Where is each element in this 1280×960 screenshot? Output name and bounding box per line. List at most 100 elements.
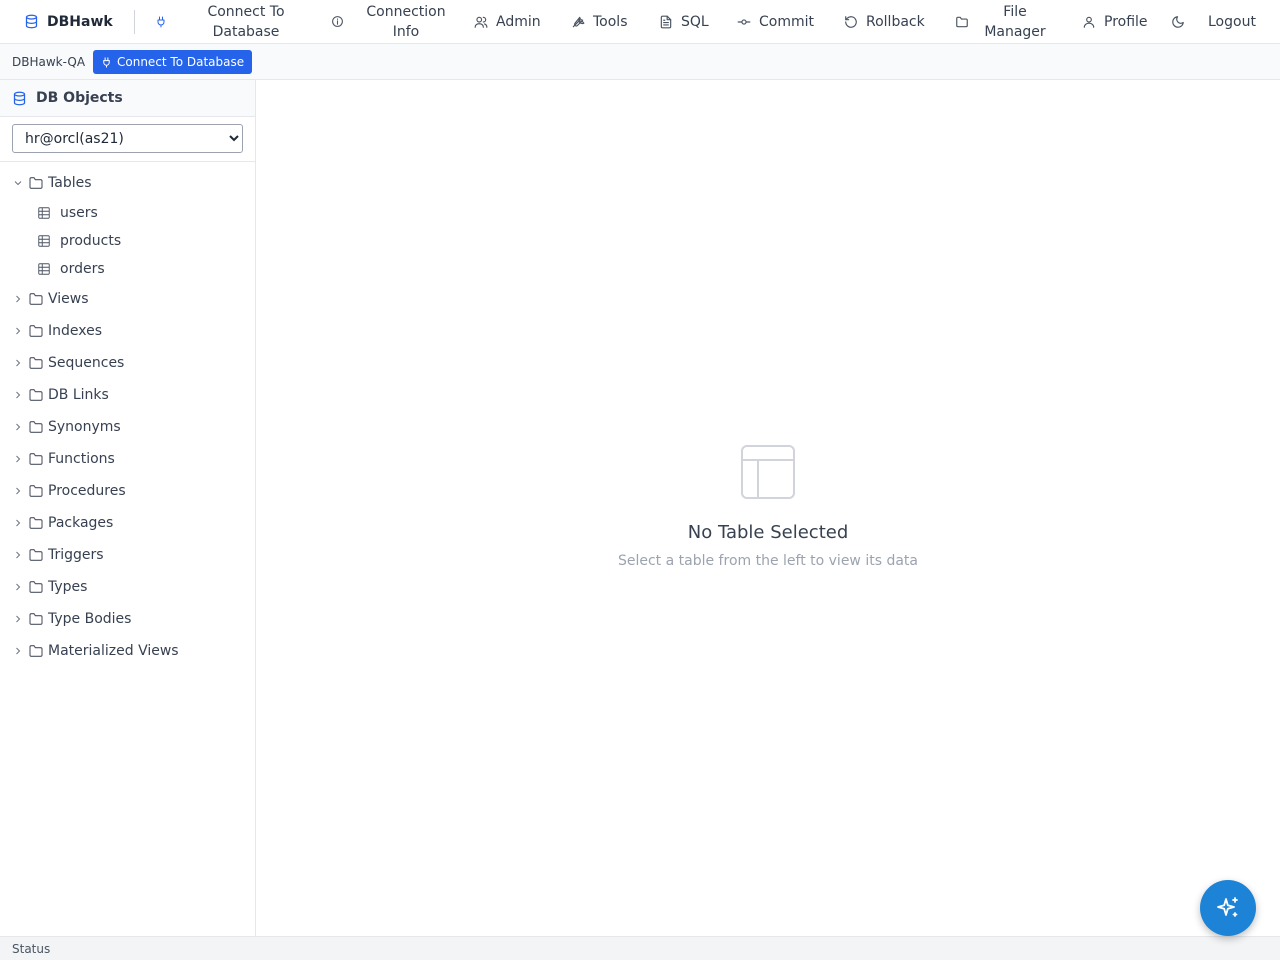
folder-icon	[29, 453, 43, 465]
chevron-right-icon[interactable]	[12, 389, 24, 401]
nav-admin[interactable]: Admin	[474, 0, 541, 43]
table-item-products[interactable]: products	[0, 227, 255, 255]
nav-profile[interactable]: Profile	[1082, 0, 1148, 43]
brand-logo[interactable]: DBHawk	[24, 0, 113, 43]
nav-divider	[134, 10, 135, 34]
sidebar-title: DB Objects	[36, 90, 123, 106]
chevron-right-icon[interactable]	[12, 581, 24, 593]
sparkles-icon	[1217, 897, 1238, 917]
tree-node-label: Synonyms	[48, 419, 121, 435]
chevron-down-icon[interactable]	[12, 177, 24, 189]
plug-icon	[103, 56, 110, 68]
table-icon	[38, 207, 50, 219]
tree-node-label: Type Bodies	[48, 611, 132, 627]
folder-icon	[955, 15, 969, 29]
ai-assistant-button[interactable]	[1200, 880, 1256, 936]
nav-commit-label: Commit	[759, 13, 814, 30]
tree-node-types[interactable]: Types	[0, 571, 255, 603]
folder-icon	[29, 517, 43, 529]
chevron-right-icon[interactable]	[12, 517, 24, 529]
brand-name: DBHawk	[47, 13, 113, 30]
empty-state-title: No Table Selected	[687, 522, 849, 543]
folder-icon	[29, 421, 43, 433]
nav-connect-to-database[interactable]: Connect To Database	[155, 0, 317, 43]
status-bar: Status	[0, 936, 1280, 960]
logout-button[interactable]: Logout	[1208, 0, 1256, 43]
empty-state-subtitle: Select a table from the left to view its…	[617, 553, 918, 569]
tree-node-label: Functions	[48, 451, 115, 467]
main-content: No Table Selected Select a table from th…	[256, 80, 1280, 936]
tree-node-synonyms[interactable]: Synonyms	[0, 411, 255, 443]
nav-connection-info[interactable]: Connection Info	[331, 0, 460, 43]
connection-bar: DBHawk-QA Connect To Database	[0, 44, 1280, 80]
chevron-right-icon[interactable]	[12, 485, 24, 497]
chevron-right-icon[interactable]	[12, 293, 24, 305]
chevron-right-icon[interactable]	[12, 549, 24, 561]
chevron-right-icon[interactable]	[12, 421, 24, 433]
tree-node-procedures[interactable]: Procedures	[0, 475, 255, 507]
folder-icon	[29, 549, 43, 561]
nav-admin-label: Admin	[496, 13, 541, 30]
folder-icon	[29, 325, 43, 337]
tree-node-label: Triggers	[48, 547, 104, 563]
table-item-users[interactable]: users	[0, 199, 255, 227]
tree-node-label: Materialized Views	[48, 643, 179, 659]
chevron-right-icon[interactable]	[12, 613, 24, 625]
table-icon	[38, 263, 50, 275]
table-item-label: products	[60, 233, 122, 249]
nav-file-manager-label: File Manager	[984, 3, 1046, 40]
tree-node-label: Views	[48, 291, 89, 307]
chevron-right-icon[interactable]	[12, 357, 24, 369]
nav-connection-info-label: Connection Info	[366, 3, 446, 40]
table-item-label: users	[60, 205, 98, 221]
connection-select[interactable]: hr@orcl(as21)	[12, 124, 243, 153]
nav-tools[interactable]: Tools	[571, 0, 628, 43]
tree-node-indexes[interactable]: Indexes	[0, 315, 255, 347]
table-icon	[38, 235, 50, 247]
db-objects-sidebar: DB Objects hr@orcl(as21) Tables users prod…	[0, 80, 256, 936]
chevron-right-icon[interactable]	[12, 325, 24, 337]
tree-node-materialized-views[interactable]: Materialized Views	[0, 635, 255, 667]
nav-sql-label: SQL	[681, 13, 709, 30]
connect-to-database-button[interactable]: Connect To Database	[93, 50, 253, 74]
tree-node-triggers[interactable]: Triggers	[0, 539, 255, 571]
nav-sql[interactable]: SQL	[659, 0, 709, 43]
tree-node-packages[interactable]: Packages	[0, 507, 255, 539]
connection-name: DBHawk-QA	[12, 55, 86, 69]
tree-node-db-links[interactable]: DB Links	[0, 379, 255, 411]
theme-toggle-button[interactable]	[1171, 0, 1185, 43]
wrench-icon	[571, 15, 585, 29]
logout-label: Logout	[1208, 13, 1256, 30]
rotate-ccw-icon	[844, 15, 858, 29]
database-icon	[13, 91, 26, 105]
table-item-label: orders	[60, 261, 105, 277]
tree-node-label: Types	[48, 579, 88, 595]
tree-node-tables[interactable]: Tables	[0, 167, 255, 199]
table-icon	[741, 445, 795, 499]
chevron-right-icon[interactable]	[12, 453, 24, 465]
info-icon	[331, 15, 344, 28]
nav-file-manager[interactable]: File Manager	[955, 0, 1053, 43]
tree-node-label: DB Links	[48, 387, 109, 403]
tree-node-functions[interactable]: Functions	[0, 443, 255, 475]
chevron-right-icon[interactable]	[12, 645, 24, 657]
nav-profile-label: Profile	[1104, 13, 1148, 30]
tree-node-label: Indexes	[48, 323, 103, 339]
tree-node-sequences[interactable]: Sequences	[0, 347, 255, 379]
tree-node-type-bodies[interactable]: Type Bodies	[0, 603, 255, 635]
folder-icon	[29, 581, 43, 593]
folder-icon	[29, 389, 43, 401]
tree-node-views[interactable]: Views	[0, 283, 255, 315]
nav-rollback-label: Rollback	[866, 13, 925, 30]
connect-to-database-button-label: Connect To Database	[117, 55, 245, 69]
table-item-orders[interactable]: orders	[0, 255, 255, 283]
users-icon	[474, 15, 488, 29]
object-tree: Tables users products orders Views Indexes Seq…	[0, 162, 255, 667]
folder-icon	[29, 485, 43, 497]
nav-rollback[interactable]: Rollback	[844, 0, 925, 43]
folder-icon	[29, 613, 43, 625]
folder-icon	[29, 645, 43, 657]
folder-icon	[29, 177, 43, 189]
database-icon	[24, 14, 39, 29]
nav-commit[interactable]: Commit	[737, 0, 814, 43]
